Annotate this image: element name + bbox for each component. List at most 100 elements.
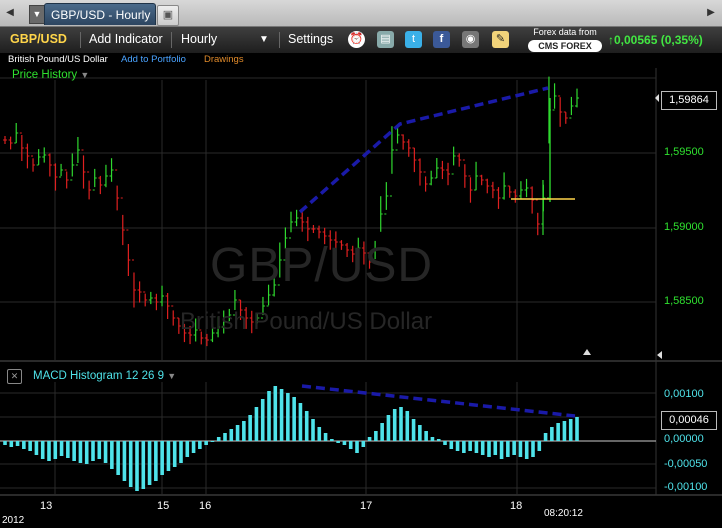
macd-bar	[40, 441, 45, 459]
macd-bar	[166, 441, 171, 471]
macd-bar	[154, 441, 158, 481]
macd-bar	[311, 419, 315, 441]
macd-bar	[556, 423, 560, 441]
macd-bar	[53, 441, 58, 459]
tab-list-dropdown-icon[interactable]: ▼	[29, 5, 45, 24]
add-indicator-button[interactable]: Add Indicator	[89, 32, 163, 46]
macd-bar	[260, 399, 265, 441]
macd-bar	[405, 411, 410, 441]
macd-label[interactable]: MACD Histogram 12 26 9 ▼	[33, 370, 176, 382]
facebook-icon[interactable]: f	[433, 31, 450, 48]
macd-bar	[235, 425, 240, 441]
interval-chevron-down-icon[interactable]: ▼	[259, 34, 269, 45]
symbol-selector[interactable]: GBP/USD	[10, 32, 67, 46]
macd-axis-tick: 0,00100	[664, 388, 704, 400]
price-history-label[interactable]: Price History ▼	[12, 69, 89, 81]
chevron-down-icon[interactable]: ▼	[167, 371, 176, 381]
twitter-icon[interactable]: t	[405, 31, 422, 48]
macd-bar	[210, 441, 215, 442]
macd-bar	[487, 441, 491, 457]
close-indicator-icon[interactable]: ✕	[7, 369, 22, 384]
macd-bar	[342, 441, 347, 445]
macd-bar	[34, 441, 39, 455]
macd-bar	[248, 415, 252, 441]
macd-bar	[198, 441, 202, 449]
macd-bar	[443, 441, 447, 445]
macd-bar	[455, 441, 460, 451]
macd-bar	[84, 441, 89, 464]
macd-bar	[160, 441, 164, 475]
toolbar-divider	[171, 32, 172, 48]
macd-bar	[575, 417, 579, 441]
macd-bar	[399, 407, 403, 441]
macd-bar	[386, 415, 391, 441]
macd-bar	[367, 437, 372, 441]
macd-bar	[436, 439, 441, 441]
price-change: ↑0,00565 (0,35%)	[608, 33, 703, 47]
note-icon[interactable]: ✎	[492, 31, 509, 48]
macd-bar	[141, 441, 146, 489]
toolbar-divider	[279, 32, 280, 48]
tab-gbpusd-hourly[interactable]: GBP/USD - Hourly	[44, 3, 156, 25]
camera-icon[interactable]: ◉	[462, 31, 479, 48]
macd-bar	[91, 441, 95, 461]
x-axis-label: 17	[360, 500, 373, 512]
macd-bar	[15, 441, 20, 446]
chart-toolbar: GBP/USD Add Indicator Hourly ▼ Settings …	[0, 27, 722, 54]
macd-bar	[273, 386, 278, 441]
settings-button[interactable]: Settings	[288, 32, 333, 46]
macd-bar	[304, 411, 309, 441]
macd-bar	[103, 441, 108, 463]
macd-bar	[317, 427, 322, 441]
macd-bar	[9, 441, 14, 447]
macd-bar	[518, 441, 523, 457]
x-axis-label: 13	[40, 500, 53, 512]
data-source-text: Forex data from	[533, 27, 597, 37]
portfolio-icon[interactable]: ▤	[377, 31, 394, 48]
alarm-clock-icon[interactable]: ⏰	[348, 31, 365, 48]
macd-bar	[47, 441, 51, 461]
macd-bar	[562, 421, 567, 441]
macd-bar	[480, 441, 485, 455]
chevron-down-icon[interactable]: ▼	[80, 70, 89, 80]
macd-bar	[411, 419, 416, 441]
price-trendline	[298, 86, 549, 214]
macd-bar	[392, 409, 397, 441]
macd-bar	[524, 441, 529, 459]
macd-bar	[336, 441, 340, 443]
macd-bar	[330, 439, 334, 441]
macd-bar	[216, 437, 221, 441]
new-tab-button[interactable]: ▣	[157, 5, 179, 26]
interval-select[interactable]: Hourly	[181, 32, 217, 46]
scroll-left-icon[interactable]: ◀	[3, 6, 17, 20]
macd-bar	[499, 441, 504, 459]
scroll-right-icon[interactable]: ▶	[704, 6, 718, 20]
x-axis-label: 16	[199, 500, 212, 512]
macd-bar	[279, 389, 284, 441]
price-history-text: Price History	[12, 69, 78, 81]
macd-bar	[267, 391, 271, 441]
macd-bar	[430, 437, 435, 441]
macd-bar	[474, 441, 479, 453]
macd-bar	[418, 425, 422, 441]
macd-axis-tick: 0,00000	[664, 433, 704, 445]
macd-bar	[531, 441, 535, 457]
x-axis-label: 15	[157, 500, 170, 512]
macd-bar	[254, 407, 259, 441]
price-bars	[3, 76, 579, 347]
price-axis-tick: 1,59000	[664, 221, 704, 233]
macd-bar	[128, 441, 133, 487]
macd-bar	[66, 441, 70, 458]
macd-bar	[204, 441, 208, 445]
macd-bar	[179, 441, 183, 463]
macd-bar	[493, 441, 498, 455]
price-axis-tick: 1,59500	[664, 146, 704, 158]
scroll-up-icon	[583, 349, 591, 355]
macd-bar	[361, 441, 366, 447]
macd-bar	[550, 427, 554, 441]
macd-bar	[3, 441, 7, 445]
macd-label-text: MACD Histogram 12 26 9	[33, 370, 165, 382]
macd-bar	[110, 441, 114, 469]
macd-trendline	[301, 384, 576, 418]
macd-bar	[424, 431, 428, 441]
